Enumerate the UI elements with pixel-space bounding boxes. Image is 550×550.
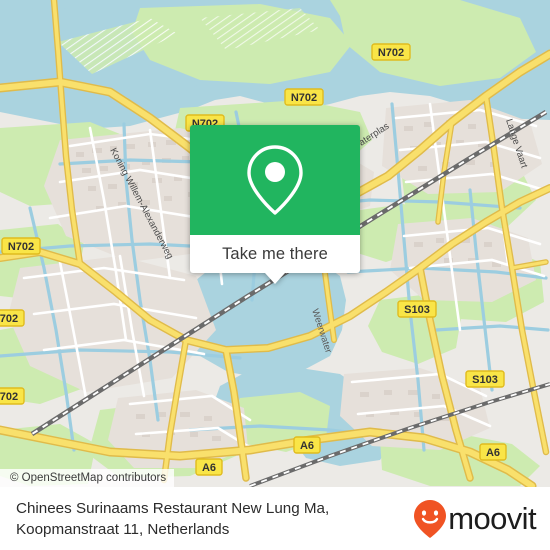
moovit-wordmark: moovit	[448, 501, 536, 536]
road-shield: A6	[293, 436, 321, 454]
osm-attribution[interactable]: © OpenStreetMap contributors	[0, 469, 175, 487]
road-shield: A6	[479, 443, 507, 461]
footer-content: Chinees Surinaams Restaurant New Lung Ma…	[0, 487, 550, 550]
road-shield: N702	[1, 237, 41, 255]
moovit-logo[interactable]: moovit	[413, 499, 537, 539]
svg-text:A6: A6	[300, 440, 314, 452]
svg-text:A6: A6	[486, 447, 500, 459]
map-canvas[interactable]: Koning Willem-Alexanderweg ijwaterplas L…	[0, 0, 550, 487]
road-shield: N702	[0, 387, 25, 405]
take-me-there-label: Take me there	[222, 244, 328, 263]
road-shield: A6	[195, 458, 223, 476]
svg-text:N702: N702	[0, 391, 18, 403]
svg-text:N702: N702	[291, 92, 317, 104]
callout-tail	[265, 273, 285, 284]
road-shield: N702	[284, 88, 324, 106]
svg-text:S103: S103	[472, 374, 498, 386]
map-pin-icon	[247, 145, 303, 215]
svg-text:S103: S103	[404, 304, 430, 316]
footer-bar: Chinees Surinaams Restaurant New Lung Ma…	[0, 487, 550, 550]
moovit-pin-smiley-icon	[414, 499, 447, 538]
road-shield: N702	[371, 43, 411, 61]
svg-text:N702: N702	[8, 241, 34, 253]
svg-text:N702: N702	[0, 313, 18, 325]
map-screenshot: Koning Willem-Alexanderweg ijwaterplas L…	[0, 0, 550, 550]
callout-action-bar[interactable]: Take me there	[190, 235, 360, 284]
svg-text:N702: N702	[378, 47, 404, 59]
road-shield: N702	[0, 309, 25, 327]
callout-icon-panel	[190, 125, 360, 235]
road-shield: S103	[397, 300, 437, 318]
location-callout-card[interactable]: Take me there	[190, 125, 360, 284]
svg-text:A6: A6	[202, 462, 216, 474]
place-title: Chinees Surinaams Restaurant New Lung Ma…	[16, 499, 330, 538]
road-shield: S103	[465, 370, 505, 388]
